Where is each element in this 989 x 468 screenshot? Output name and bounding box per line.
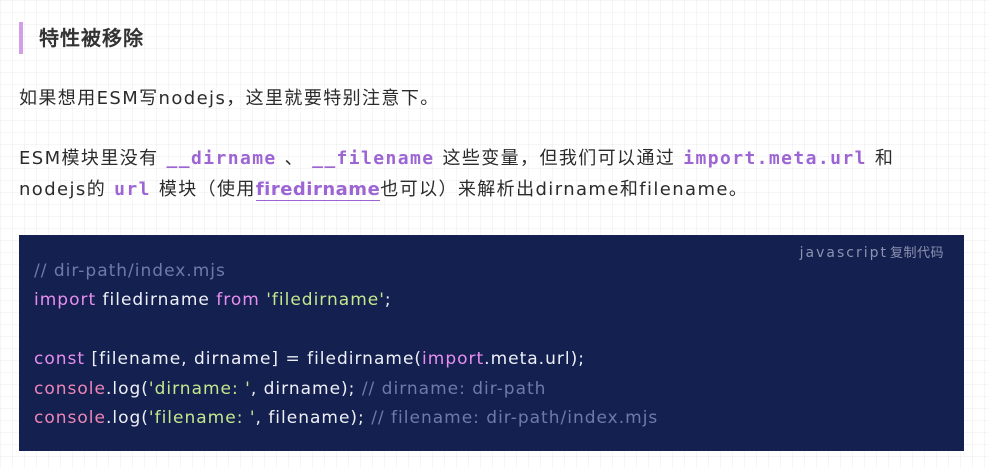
code-identifier: filedirname: [96, 290, 217, 311]
code-keyword: const: [34, 349, 86, 370]
code-text: .log(: [105, 378, 149, 399]
code-line-6: console.log('filename: ', filename); // …: [34, 404, 964, 433]
inline-code-dirname: __dirname: [166, 148, 277, 169]
code-line-5: console.log('dirname: ', dirname); // di…: [34, 375, 964, 404]
code-text: .log(: [105, 407, 149, 428]
code-comment: // filename: dir-path/index.mjs: [371, 407, 659, 428]
text-segment: nodejs的: [19, 179, 107, 200]
code-text: .meta.url);: [484, 349, 585, 370]
firedirname-link[interactable]: firedirname: [255, 179, 381, 201]
code-keyword: import: [34, 290, 97, 311]
code-line-1: // dir-path/index.mjs: [34, 257, 964, 286]
code-string: 'filename: ': [148, 407, 256, 428]
description-paragraph: ESM模块里没有 __dirname 、 __filename 这些变量，但我们可以通过…: [19, 143, 894, 205]
text-segment: 也可以）来解析出dirname和filename。: [380, 179, 749, 200]
code-text: , dirname);: [250, 378, 362, 399]
code-punct: ;: [384, 290, 392, 311]
code-language-label: javascript: [799, 245, 888, 261]
text-segment: 这些变量，但我们可以通过: [442, 148, 676, 169]
code-block: javascript 复制代码 // dir-path/index.mjs imp…: [19, 235, 964, 451]
code-block-toolbar: javascript 复制代码: [800, 242, 944, 261]
code-keyword: import: [422, 349, 485, 370]
intro-paragraph: 如果想用ESM写nodejs，这里就要特别注意下。: [19, 88, 440, 109]
code-keyword: from: [216, 290, 260, 311]
code-string: 'filedirname': [266, 290, 385, 311]
code-object: console: [34, 407, 106, 428]
code-line-4: const [filename, dirname] = filedirname(…: [34, 345, 964, 374]
code-line-2: import filedirname from 'filedirname';: [34, 286, 964, 315]
code-comment: // dir-path/index.mjs: [34, 261, 226, 281]
copy-code-button[interactable]: 复制代码: [890, 246, 944, 261]
code-string: 'dirname: ': [148, 378, 251, 399]
text-separator: 、: [284, 148, 305, 169]
code-comment: // dirname: dir-path: [361, 378, 547, 399]
code-text: , filename);: [255, 407, 372, 428]
section-heading: 特性被移除: [19, 22, 144, 54]
inline-code-url: url: [114, 179, 151, 200]
text-segment: 模块（使用: [158, 179, 256, 200]
inline-code-import-meta-url: import.meta.url: [683, 148, 867, 169]
inline-code-filename: __filename: [312, 148, 435, 169]
text-segment: 和: [874, 148, 895, 169]
code-object: console: [34, 378, 106, 399]
code-text: [filename, dirname] = filedirname(: [85, 349, 423, 370]
text-segment: ESM模块里没有: [19, 148, 159, 169]
